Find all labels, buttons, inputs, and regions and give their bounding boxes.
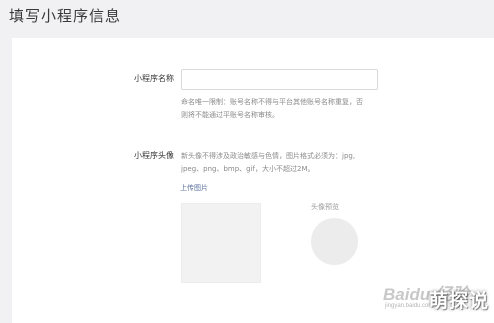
avatar-hint-line-2: jpeg、png、bmp、gif，大小不超过2M。	[181, 165, 315, 173]
name-hint-line-1: 命名唯一限制：账号名称不得与平台其他账号名称重复，否	[181, 98, 363, 106]
avatar-preview	[311, 218, 358, 265]
avatar-label: 小程序头像	[134, 151, 174, 160]
brand-watermark: 萌探说	[429, 290, 490, 312]
page-title: 填写小程序信息	[9, 7, 122, 25]
avatar-hint-line-1: 新头像不得涉及政治敏感与色情，图片格式必须为：jpg,	[181, 152, 356, 160]
avatar-preview-label: 头像预览	[311, 203, 339, 211]
name-label: 小程序名称	[134, 74, 174, 83]
watermark: Baidu 经验 jingyan.baidu.com 萌探说	[381, 272, 494, 323]
name-input[interactable]	[181, 69, 378, 90]
upload-image-link[interactable]: 上传图片	[180, 183, 208, 193]
baidu-watermark-url: jingyan.baidu.com	[385, 303, 434, 309]
name-hint-line-2: 则将不能通过平账号名称审核。	[181, 111, 279, 119]
avatar-upload-area[interactable]	[181, 203, 261, 283]
